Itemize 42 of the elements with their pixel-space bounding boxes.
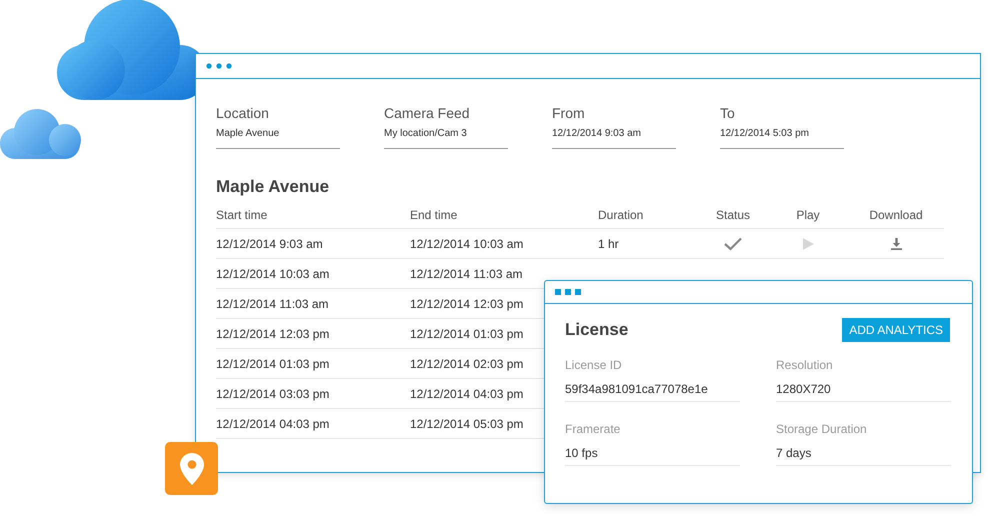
download-icon[interactable] [890,238,902,250]
input-field[interactable]: 1280X720 [776,382,951,402]
table-cell: 12/12/2014 03:03 pm [216,386,330,400]
filter-field[interactable]: 12/12/2014 5:03 pm [720,127,844,149]
license-title: License [565,320,628,340]
table-cell: 12/12/2014 01:03 pm [410,326,524,340]
column-header: End time [410,208,458,222]
column-header: Duration [598,208,644,222]
table-cell: 12/12/2014 01:03 pm [216,356,330,370]
filter-field[interactable]: 12/12/2014 9:03 am [552,127,676,149]
window-dots-icon [206,63,232,69]
filter-label: To [720,105,736,121]
window-dots-icon [555,289,582,295]
table-cell: 12/12/2014 11:03 am [216,296,329,310]
table-cell: 12/12/2014 10:03 am [410,236,524,250]
table-cell: 12/12/2014 10:03 am [216,266,330,280]
column-header: Download [868,208,924,222]
table-cell: 12/12/2014 9:03 am [216,236,323,250]
table-cell: 12/12/2014 12:03 pm [216,326,330,340]
table-cell: 12/12/2014 04:03 pm [410,386,524,400]
table-cell: 1 hr [598,236,619,250]
field-label: License ID [565,358,623,373]
filter-label: Camera Feed [384,105,471,121]
field-label: Storage Duration [776,422,868,437]
column-header: Play [795,208,821,222]
filter-field[interactable]: Maple Avenue [216,127,340,149]
input-field[interactable]: 10 fps [565,446,740,466]
table-cell: 12/12/2014 05:03 pm [410,416,524,430]
input-field[interactable]: 59f34a981091ca77078e1e [565,382,740,402]
column-header: Start time [216,208,268,222]
field-label: Resolution [776,358,834,373]
filter-label: Location [216,105,270,121]
table-cell: 12/12/2014 04:03 pm [216,416,330,430]
input-field[interactable]: 7 days [776,446,951,466]
column-header: Status [714,208,752,222]
field-label: Framerate [565,422,622,437]
table-cell: 12/12/2014 11:03 am [410,266,523,280]
table-cell: 12/12/2014 02:03 pm [410,356,524,370]
filter-label: From [552,105,586,121]
filter-field[interactable]: My location/Cam 3 [384,127,508,149]
table-cell: 12/12/2014 12:03 pm [410,296,524,310]
table-title: Maple Avenue [216,177,330,197]
